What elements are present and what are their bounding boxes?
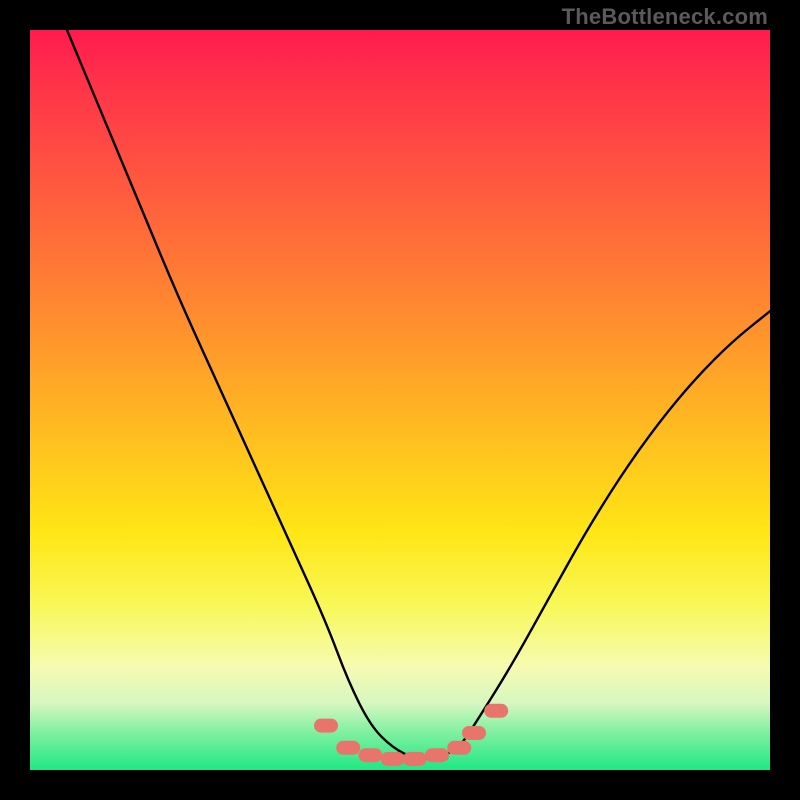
curve-line (67, 30, 770, 759)
watermark-text: TheBottleneck.com (562, 4, 768, 30)
marker-bead (381, 752, 405, 766)
bottom-markers (314, 704, 508, 766)
marker-bead (425, 748, 449, 762)
chart-frame: TheBottleneck.com (0, 0, 800, 800)
plot-area (30, 30, 770, 770)
marker-bead (403, 752, 427, 766)
bottleneck-curve (67, 30, 770, 759)
marker-bead (358, 748, 382, 762)
chart-svg (30, 30, 770, 770)
marker-bead (484, 704, 508, 718)
marker-bead (336, 741, 360, 755)
marker-bead (314, 719, 338, 733)
marker-bead (462, 726, 486, 740)
marker-bead (447, 741, 471, 755)
